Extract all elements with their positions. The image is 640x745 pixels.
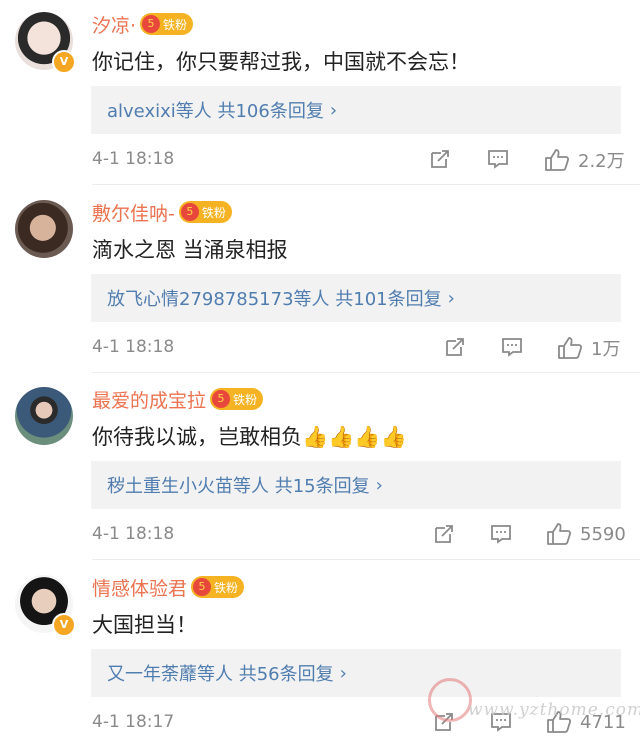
- fan-badge-label: 铁粉: [214, 580, 239, 595]
- fan-badge-icon[interactable]: 5 铁粉: [191, 576, 245, 598]
- chevron-right-icon: ›: [375, 474, 383, 496]
- repost-icon: [435, 525, 453, 543]
- crown-icon: 5: [142, 15, 161, 33]
- reply-summary[interactable]: 秽土重生小火苗等人 共15条回复 ›: [91, 461, 621, 509]
- username-row: 最爱的成宝拉 5 铁粉: [92, 385, 264, 413]
- reply-summary[interactable]: 又一年荼蘼等人 共56条回复 ›: [91, 649, 621, 697]
- comment-button[interactable]: [489, 522, 513, 546]
- fan-badge-label: 铁粉: [233, 392, 258, 407]
- comment-text: 你待我以诚，岂敢相负👍👍👍👍: [92, 425, 407, 449]
- crown-icon: 5: [180, 203, 199, 221]
- like-icon: [547, 523, 572, 545]
- like-button[interactable]: 5590: [546, 522, 626, 546]
- username-row: 情感体验君 5 铁粉: [92, 573, 245, 601]
- reply-summary-label: alvexixi等人 共106条回复: [107, 101, 324, 122]
- username-row: 敷尔佳呐- 5 铁粉: [92, 198, 232, 226]
- chevron-right-icon: ›: [447, 287, 455, 309]
- divider: [92, 559, 640, 560]
- reply-summary-label: 放飞心情2798785173等人 共101条回复: [107, 289, 442, 310]
- like-button[interactable]: 2.2万: [544, 147, 625, 173]
- repost-button[interactable]: [428, 147, 452, 171]
- comment-button[interactable]: [489, 710, 513, 734]
- timestamp: 4-1 18:18: [92, 337, 175, 357]
- crown-icon: 5: [193, 578, 212, 596]
- username[interactable]: 敷尔佳呐-: [92, 199, 175, 226]
- reply-summary[interactable]: alvexixi等人 共106条回复 ›: [91, 86, 621, 134]
- avatar[interactable]: [15, 387, 73, 445]
- crown-icon: 5: [212, 390, 231, 408]
- avatar[interactable]: [15, 200, 73, 258]
- chevron-right-icon: ›: [339, 662, 347, 684]
- comment-text: 滴水之恩 当涌泉相报: [92, 238, 288, 262]
- fan-badge-icon[interactable]: 5 铁粉: [210, 388, 264, 410]
- comment-icon: [502, 338, 522, 357]
- like-count: 1万: [591, 339, 621, 360]
- repost-button[interactable]: [432, 710, 456, 734]
- verified-icon: V: [52, 613, 76, 637]
- chevron-right-icon: ›: [329, 99, 338, 121]
- fan-badge-label: 铁粉: [201, 205, 226, 220]
- repost-button[interactable]: [432, 522, 456, 546]
- fan-badge-label: 铁粉: [163, 17, 188, 32]
- fan-badge-icon[interactable]: 5 铁粉: [178, 201, 232, 223]
- like-count: 5590: [580, 523, 626, 545]
- like-button[interactable]: 4711: [546, 710, 626, 734]
- divider: [92, 184, 640, 185]
- comment-text: 大国担当！: [92, 613, 197, 637]
- comment-icon: [488, 150, 508, 169]
- like-button[interactable]: 1万: [557, 335, 620, 361]
- username[interactable]: 汐凉·: [92, 11, 136, 38]
- like-icon: [547, 711, 572, 733]
- timestamp: 4-1 18:18: [92, 524, 175, 544]
- like-count: 2.2万: [578, 151, 625, 172]
- timestamp: 4-1 18:17: [92, 712, 175, 732]
- timestamp: 4-1 18:18: [92, 149, 175, 169]
- repost-icon: [446, 338, 464, 356]
- like-icon: [558, 337, 583, 359]
- like-count: 4711: [580, 711, 626, 733]
- repost-icon: [431, 150, 449, 168]
- comment-icon: [491, 713, 511, 732]
- verified-icon: V: [52, 50, 76, 74]
- reply-summary-label: 又一年荼蘼等人 共56条回复: [107, 664, 334, 685]
- username[interactable]: 最爱的成宝拉: [92, 386, 206, 413]
- username-row: 汐凉· 5 铁粉: [92, 10, 194, 38]
- repost-icon: [435, 713, 453, 731]
- comment-icon: [491, 525, 511, 544]
- reply-summary-label: 秽土重生小火苗等人 共15条回复: [107, 476, 370, 497]
- comment-text: 你记住，你只要帮过我，中国就不会忘！: [92, 50, 470, 74]
- like-icon: [545, 149, 570, 171]
- username[interactable]: 情感体验君: [92, 574, 187, 601]
- divider: [92, 372, 640, 373]
- fan-badge-icon[interactable]: 5 铁粉: [140, 13, 194, 35]
- repost-button[interactable]: [443, 335, 467, 359]
- comment-button[interactable]: [500, 335, 524, 359]
- reply-summary[interactable]: 放飞心情2798785173等人 共101条回复 ›: [91, 274, 621, 322]
- comment-button[interactable]: [486, 147, 510, 171]
